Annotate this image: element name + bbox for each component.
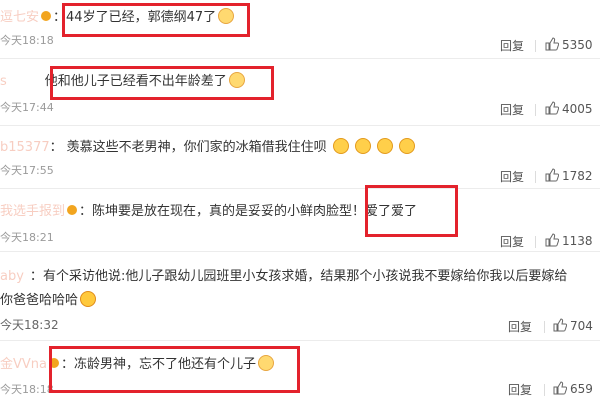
comment-text: 你爸爸哈哈哈 bbox=[0, 293, 79, 308]
blush-emoji-icon bbox=[398, 138, 415, 154]
thumbs-up-icon bbox=[553, 318, 567, 332]
thumbs-up-icon bbox=[545, 37, 559, 51]
like-count: 4005 bbox=[562, 102, 593, 116]
comment-username[interactable]: 逗七安 bbox=[0, 10, 39, 25]
comment-username[interactable]: b15377 bbox=[0, 140, 50, 155]
thumbs-up-icon bbox=[553, 381, 567, 395]
comment-body: 我选手报到 ：陈坤要是放在现在，真的是妥妥的小鲜肉脸型！爱了爱了 bbox=[0, 204, 418, 219]
comment-item: 我选手报到 ：陈坤要是放在现在，真的是妥妥的小鲜肉脸型！爱了爱了 今天18:21 … bbox=[0, 189, 600, 251]
blush-emoji-icon bbox=[376, 138, 393, 154]
comment-item: b15377： 羡慕这些不老男神，你们家的冰箱借我住住呗 今天17:55 回复 1… bbox=[0, 126, 600, 188]
comment-time: 今天18:32 bbox=[0, 318, 59, 332]
comment-username[interactable]: 我选手报到 bbox=[0, 204, 65, 219]
comment-item: aby ：有个采访他说:他儿子跟幼儿园班里小女孩求婚，结果那个小孩说我不要嫁给你我… bbox=[0, 252, 600, 340]
comment-username[interactable]: aby bbox=[0, 269, 24, 284]
blush-emoji-icon bbox=[332, 138, 349, 154]
comment-time: 今天18:18 bbox=[0, 34, 54, 47]
like-button[interactable]: 4005 bbox=[545, 101, 593, 116]
like-button[interactable]: 5350 bbox=[545, 37, 593, 52]
like-count: 5350 bbox=[562, 38, 593, 52]
comment-username[interactable]: s bbox=[0, 74, 7, 89]
reply-button[interactable]: 回复 bbox=[500, 168, 524, 185]
comment-body: b15377： 羡慕这些不老男神，你们家的冰箱借我住住呗 bbox=[0, 138, 415, 157]
action-divider bbox=[535, 40, 536, 52]
highlight-box bbox=[365, 185, 458, 237]
comment-body: aby ：有个采访他说:他儿子跟幼儿园班里小女孩求婚，结果那个小孩说我不要嫁给你我… bbox=[0, 269, 568, 284]
comment-username[interactable]: 金VVna bbox=[0, 357, 47, 372]
blush-emoji-icon bbox=[354, 138, 371, 154]
comment-time: 今天18:18 bbox=[0, 383, 54, 396]
like-count: 659 bbox=[570, 382, 593, 396]
action-divider bbox=[535, 236, 536, 248]
reply-button[interactable]: 回复 bbox=[500, 233, 524, 250]
comment-time: 今天18:21 bbox=[0, 231, 54, 244]
like-count: 704 bbox=[570, 319, 593, 333]
like-button[interactable]: 1782 bbox=[545, 168, 593, 183]
comment-time: 今天17:44 bbox=[0, 101, 54, 114]
highlight-box bbox=[50, 66, 274, 100]
reply-button[interactable]: 回复 bbox=[508, 381, 532, 398]
like-count: 1138 bbox=[562, 234, 593, 248]
thumbs-up-icon bbox=[545, 233, 559, 247]
comment-text: 有个采访他说:他儿子跟幼儿园班里小女孩求婚，结果那个小孩说我不要嫁给你我以后要嫁… bbox=[42, 269, 568, 284]
like-button[interactable]: 659 bbox=[553, 381, 593, 396]
action-divider bbox=[544, 321, 545, 333]
highlight-box bbox=[62, 3, 250, 37]
like-count: 1782 bbox=[562, 169, 593, 183]
action-divider bbox=[535, 104, 536, 116]
reply-button[interactable]: 回复 bbox=[508, 318, 532, 335]
reply-button[interactable]: 回复 bbox=[500, 37, 524, 54]
vip-badge-icon bbox=[41, 11, 52, 21]
laughing-emoji-icon bbox=[80, 291, 97, 307]
reply-button[interactable]: 回复 bbox=[500, 101, 524, 118]
action-divider bbox=[544, 384, 545, 396]
action-divider bbox=[535, 171, 536, 183]
vip-badge-icon bbox=[67, 205, 78, 215]
like-button[interactable]: 1138 bbox=[545, 233, 593, 248]
comment-time: 今天17:55 bbox=[0, 164, 54, 177]
like-button[interactable]: 704 bbox=[553, 318, 593, 333]
comment-body-continued: 你爸爸哈哈哈 bbox=[0, 291, 97, 310]
highlight-box bbox=[49, 346, 300, 393]
comment-text: 羡慕这些不老男神，你们家的冰箱借我住住呗 bbox=[66, 140, 327, 155]
thumbs-up-icon bbox=[545, 101, 559, 115]
thumbs-up-icon bbox=[545, 168, 559, 182]
